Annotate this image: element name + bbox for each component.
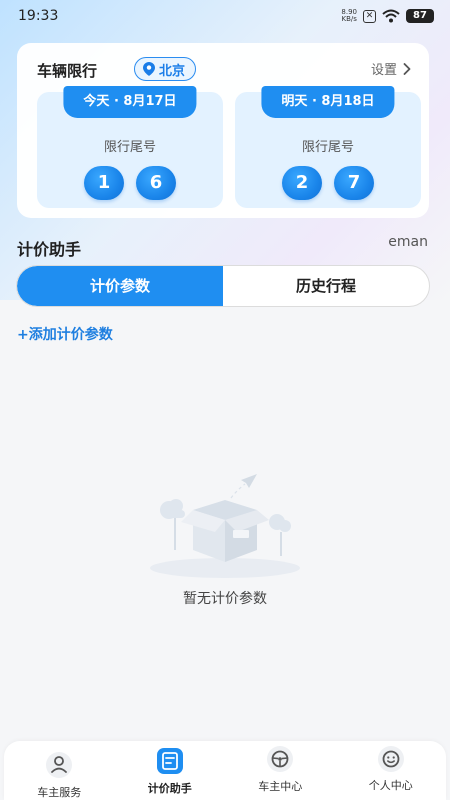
smiley-face-icon (377, 746, 404, 772)
tab-pricing-assistant[interactable]: 计价助手 (120, 741, 220, 800)
restriction-title: 车辆限行 (37, 62, 98, 80)
status-icons: 8.90 KB/s ✕ 87 (341, 9, 434, 23)
city-selector[interactable]: 北京 (134, 57, 197, 81)
wifi-icon (382, 9, 400, 23)
tomorrow-digits: 2 7 (235, 166, 421, 200)
empty-state-text: 暂无计价参数 (183, 591, 267, 607)
tab-pricing-assistant-label: 计价助手 (147, 782, 192, 795)
restricted-digit: 2 (282, 166, 322, 200)
today-date-tab: 今天 · 8月17日 (63, 86, 197, 118)
tab-pricing-parameters[interactable]: 计价参数 (17, 266, 223, 306)
tab-personal-center-label: 个人中心 (368, 779, 413, 792)
settings-label: 设置 (370, 63, 397, 78)
restricted-digit: 7 (334, 166, 374, 200)
tomorrow-restriction-panel: 明天 · 8月18日 限行尾号 2 7 (235, 86, 421, 208)
restricted-digit: 6 (136, 166, 176, 200)
status-time: 19:33 (18, 8, 59, 24)
today-restriction-panel: 今天 · 8月17日 限行尾号 1 6 (37, 86, 223, 208)
pricing-section-title: 计价助手 (17, 240, 82, 259)
tomorrow-plate-label: 限行尾号 (301, 140, 354, 155)
vehicle-restriction-card: 车辆限行 北京 设置 今天 · 8月17日 限行尾号 1 6 明天 · 8月18… (17, 43, 429, 218)
today-plate-label: 限行尾号 (103, 140, 156, 155)
network-speed-unit: KB/s (341, 15, 357, 23)
pricing-tab-switcher: 计价参数 历史行程 (16, 265, 430, 307)
no-sim-icon: ✕ (363, 9, 376, 23)
settings-link[interactable]: 设置 (371, 59, 411, 78)
tab-owner-services[interactable]: 车主服务 (9, 741, 109, 800)
tab-owner-services-label: 车主服务 (37, 786, 82, 799)
calculator-icon (156, 748, 183, 774)
tab-personal-center[interactable]: 个人中心 (341, 741, 441, 800)
tab-owner-center[interactable]: 车主中心 (230, 741, 330, 800)
steering-wheel-icon (267, 746, 294, 772)
network-speed: 8.90 KB/s (341, 9, 357, 23)
add-pricing-parameter-link[interactable]: +添加计价参数 (17, 324, 113, 344)
bottom-tab-bar: 车主服务 计价助手 车主中心 个人中心 (4, 741, 446, 800)
pricing-section-extra: eman (388, 234, 428, 250)
battery-indicator: 87 (406, 9, 434, 23)
today-digits: 1 6 (37, 166, 223, 200)
tomorrow-date-tab: 明天 · 8月18日 (261, 86, 395, 118)
status-bar: 19:33 8.90 KB/s ✕ 87 (0, 0, 450, 32)
user-service-icon (46, 752, 73, 778)
tab-owner-center-label: 车主中心 (258, 780, 303, 793)
tab-trip-history[interactable]: 历史行程 (223, 266, 429, 306)
city-name: 北京 (159, 63, 186, 79)
restricted-digit: 1 (84, 166, 124, 200)
location-pin-icon (143, 62, 155, 76)
chevron-right-icon (403, 62, 411, 75)
empty-box-illustration (150, 474, 300, 578)
